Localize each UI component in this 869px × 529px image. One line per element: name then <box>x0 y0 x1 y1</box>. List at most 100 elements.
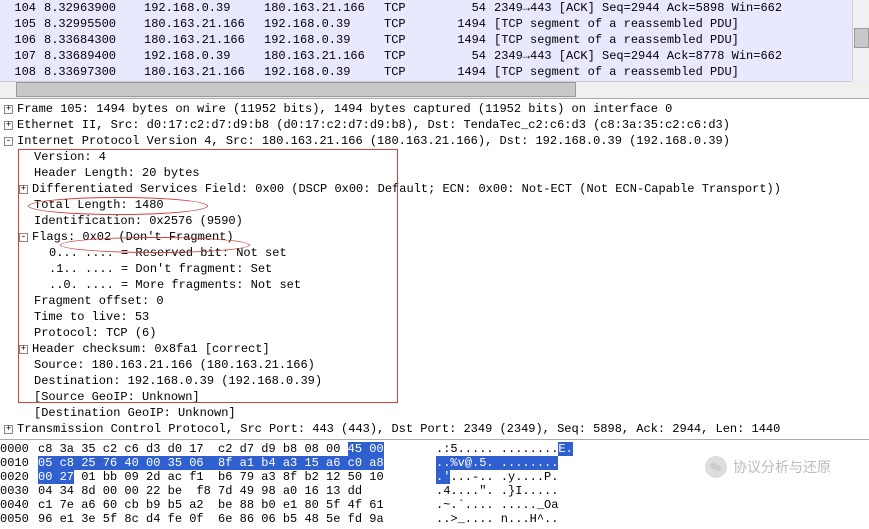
col-destination: 180.163.21.166 <box>260 48 380 64</box>
flag-mf-label: ..0. .... = More fragments: Not set <box>49 278 301 292</box>
tree-hlen[interactable]: Header Length: 20 bytes <box>0 165 869 181</box>
col-protocol: TCP <box>380 64 440 80</box>
packet-row[interactable]: 1058.32995500180.163.21.166192.168.0.39T… <box>0 16 869 32</box>
ip-label: Internet Protocol Version 4, Src: 180.16… <box>17 134 730 148</box>
tree-frame[interactable]: +Frame 105: 1494 bytes on wire (11952 bi… <box>0 101 869 117</box>
packet-list-pane[interactable]: 1048.32963900192.168.0.39180.163.21.166T… <box>0 0 869 99</box>
horizontal-scrollbar[interactable] <box>0 81 852 98</box>
watermark-text: 协议分析与还原 <box>733 457 831 477</box>
ip-dsf-label: Differentiated Services Field: 0x00 (DSC… <box>32 182 781 196</box>
tree-dsf[interactable]: + Differentiated Services Field: 0x00 (DS… <box>0 181 869 197</box>
ip-proto-label: Protocol: TCP (6) <box>34 326 156 340</box>
hex-offset: 0020 <box>0 470 38 484</box>
col-info: 2349→443 [ACK] Seq=2944 Ack=8778 Win=662 <box>490 48 869 64</box>
flag-reserved-label: 0... .... = Reserved bit: Not set <box>49 246 287 260</box>
tree-tlen[interactable]: Total Length: 1480 <box>0 197 869 213</box>
col-info: [TCP segment of a reassembled PDU] <box>490 64 869 80</box>
tree-ethernet[interactable]: + Ethernet II, Src: d0:17:c2:d7:d9:b8 (d0… <box>0 117 869 133</box>
hex-bytes-line[interactable]: 96 e1 3e 5f 8c d4 fe 0f 6e 86 06 b5 48 5… <box>38 512 436 526</box>
packet-details-pane[interactable]: +Frame 105: 1494 bytes on wire (11952 bi… <box>0 99 869 440</box>
hex-offsets-col: 000000100020003000400050 <box>0 442 38 526</box>
scroll-thumb[interactable] <box>854 28 869 48</box>
wechat-icon <box>705 456 727 478</box>
flag-df-label: .1.. .... = Don't fragment: Set <box>49 262 272 276</box>
expand-icon[interactable]: + <box>4 425 13 434</box>
tree-protocol[interactable]: Protocol: TCP (6) <box>0 325 869 341</box>
ip-ttl-label: Time to live: 53 <box>34 310 149 324</box>
packet-row[interactable]: 1078.33689400192.168.0.39180.163.21.166T… <box>0 48 869 64</box>
expand-icon[interactable]: + <box>4 105 13 114</box>
expand-icon[interactable]: + <box>4 121 13 130</box>
tree-fragoff[interactable]: Fragment offset: 0 <box>0 293 869 309</box>
scroll-thumb[interactable] <box>16 82 576 97</box>
tcp-label: Transmission Control Protocol, Src Port:… <box>17 422 780 436</box>
col-length: 54 <box>440 48 490 64</box>
tree-srcgeo[interactable]: [Source GeoIP: Unknown] <box>0 389 869 405</box>
ip-dest-label: Destination: 192.168.0.39 (192.168.0.39) <box>34 374 322 388</box>
col-source: 180.163.21.166 <box>140 64 260 80</box>
ip-cksum-label: Header checksum: 0x8fa1 [correct] <box>32 342 270 356</box>
hex-bytes-line[interactable]: 05 c8 25 76 40 00 35 06 8f a1 b4 a3 15 a… <box>38 456 436 470</box>
col-no: 104 <box>0 0 40 16</box>
hex-bytes-line[interactable]: c8 3a 35 c2 c6 d3 d0 17 c2 d7 d9 b8 08 0… <box>38 442 436 456</box>
hex-ascii-line[interactable]: .~.`.... ....._Oa <box>436 498 869 512</box>
tree-source[interactable]: Source: 180.163.21.166 (180.163.21.166) <box>0 357 869 373</box>
expand-icon[interactable]: + <box>19 185 28 194</box>
tree-ttl[interactable]: Time to live: 53 <box>0 309 869 325</box>
hex-ascii-line[interactable]: .4....". .}I..... <box>436 484 869 498</box>
ip-ident-label: Identification: 0x2576 (9590) <box>34 214 243 228</box>
hex-offset: 0000 <box>0 442 38 456</box>
col-source: 192.168.0.39 <box>140 0 260 16</box>
tree-flag-df[interactable]: .1.. .... = Don't fragment: Set <box>0 261 869 277</box>
col-destination: 180.163.21.166 <box>260 0 380 16</box>
packet-row[interactable]: 1048.32963900192.168.0.39180.163.21.166T… <box>0 0 869 16</box>
packet-bytes-pane[interactable]: 000000100020003000400050 c8 3a 35 c2 c6 … <box>0 440 869 528</box>
ip-dstgeo-label: [Destination GeoIP: Unknown] <box>34 406 236 420</box>
col-no: 107 <box>0 48 40 64</box>
hex-ascii-line[interactable]: ..>_.... n...H^.. <box>436 512 869 526</box>
col-time: 8.32995500 <box>40 16 140 32</box>
packet-row[interactable]: 1068.33684300180.163.21.166192.168.0.39T… <box>0 32 869 48</box>
col-source: 180.163.21.166 <box>140 16 260 32</box>
col-time: 8.33697300 <box>40 64 140 80</box>
ip-tlen-label: Total Length: 1480 <box>34 198 164 212</box>
col-no: 106 <box>0 32 40 48</box>
ip-version-label: Version: 4 <box>34 150 106 164</box>
col-destination: 192.168.0.39 <box>260 16 380 32</box>
col-no: 105 <box>0 16 40 32</box>
tree-flag-mf[interactable]: ..0. .... = More fragments: Not set <box>0 277 869 293</box>
hex-bytes-line[interactable]: 04 34 8d 00 00 22 be f8 7d 49 98 a0 16 1… <box>38 484 436 498</box>
tree-ip[interactable]: -Internet Protocol Version 4, Src: 180.1… <box>0 133 869 149</box>
col-protocol: TCP <box>380 48 440 64</box>
ethernet-label: Ethernet II, Src: d0:17:c2:d7:d9:b8 (d0:… <box>17 118 730 132</box>
col-length: 54 <box>440 0 490 16</box>
expand-icon[interactable]: + <box>19 345 28 354</box>
tree-dest[interactable]: Destination: 192.168.0.39 (192.168.0.39) <box>0 373 869 389</box>
col-protocol: TCP <box>380 32 440 48</box>
hex-bytes-col[interactable]: c8 3a 35 c2 c6 d3 d0 17 c2 d7 d9 b8 08 0… <box>38 442 436 526</box>
tree-cksum[interactable]: + Header checksum: 0x8fa1 [correct] <box>0 341 869 357</box>
tree-ident[interactable]: Identification: 0x2576 (9590) <box>0 213 869 229</box>
tree-version[interactable]: Version: 4 <box>0 149 869 165</box>
hex-ascii-col[interactable]: .:5..... ........E...%v@.5. .........'..… <box>436 442 869 526</box>
hex-bytes-line[interactable]: 00 27 01 bb 09 2d ac f1 b6 79 a3 8f b2 1… <box>38 470 436 484</box>
vertical-scrollbar[interactable] <box>852 0 869 80</box>
watermark: 协议分析与还原 <box>705 456 831 478</box>
packet-row[interactable]: 1088.33697300180.163.21.166192.168.0.39T… <box>0 64 869 80</box>
col-source: 180.163.21.166 <box>140 32 260 48</box>
collapse-icon[interactable]: - <box>19 233 28 242</box>
tree-tcp[interactable]: + Transmission Control Protocol, Src Port… <box>0 421 869 437</box>
col-protocol: TCP <box>380 0 440 16</box>
collapse-icon[interactable]: - <box>4 137 13 146</box>
col-info: [TCP segment of a reassembled PDU] <box>490 32 869 48</box>
col-source: 192.168.0.39 <box>140 48 260 64</box>
ip-fragoff-label: Fragment offset: 0 <box>34 294 164 308</box>
hex-ascii-line[interactable]: .:5..... ........E. <box>436 442 869 456</box>
tree-flag-r[interactable]: 0... .... = Reserved bit: Not set <box>0 245 869 261</box>
tree-dstgeo[interactable]: [Destination GeoIP: Unknown] <box>0 405 869 421</box>
tree-flags[interactable]: -Flags: 0x02 (Don't Fragment) <box>0 229 869 245</box>
col-time: 8.33689400 <box>40 48 140 64</box>
col-time: 8.33684300 <box>40 32 140 48</box>
hex-bytes-line[interactable]: c1 7e a6 60 cb b9 b5 a2 be 88 b0 e1 80 5… <box>38 498 436 512</box>
ip-flags-label: Flags: 0x02 (Don't Fragment) <box>32 230 234 244</box>
